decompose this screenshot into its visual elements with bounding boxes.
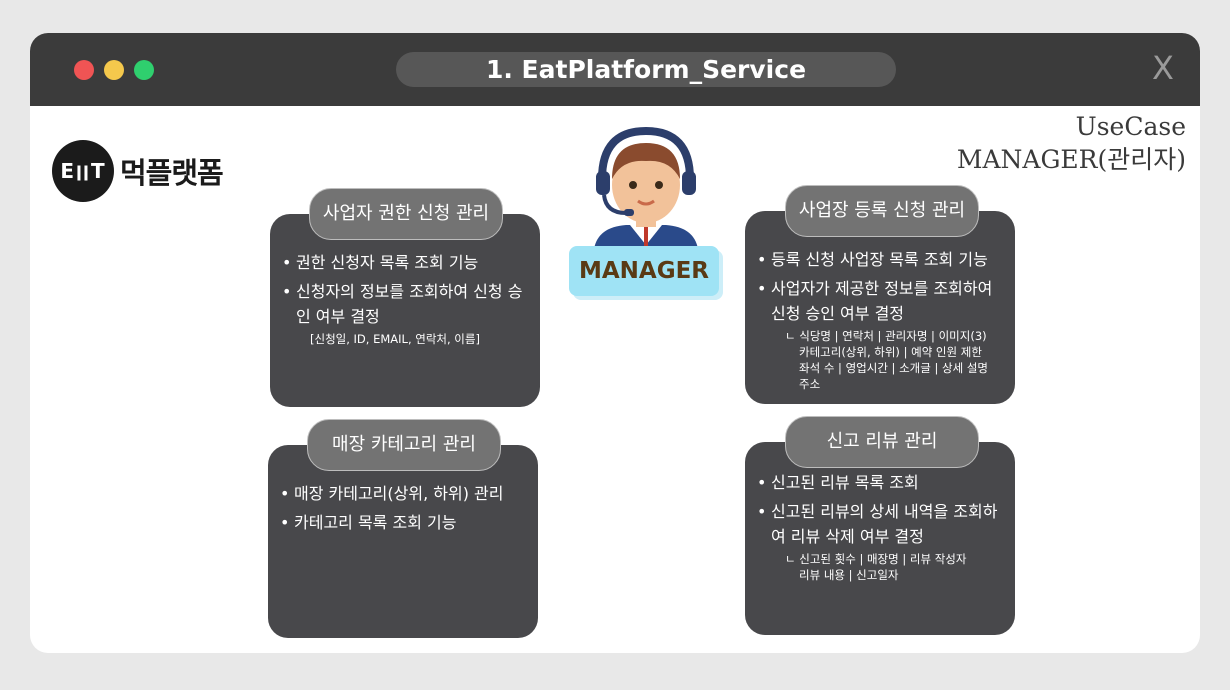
review-note: ㄴ 신고된 횟수 | 매장명 | 리뷰 작성자 (785, 552, 967, 566)
brand-logo: E ǀǀ T 먹플랫폼 (52, 140, 224, 202)
app-window: 1. EatPlatform_Service X UseCase MANAGER… (30, 33, 1200, 653)
store-note: 좌석 수 | 영업시간 | 소개글 | 상세 설명 (799, 361, 988, 375)
store-card-title: 사업장 등록 신청 관리 (785, 185, 979, 237)
list-item: 사업자가 제공한 정보를 조회하여 신청 승인 여부 결정 ㄴ 식당명 | 연락… (757, 276, 1007, 392)
usecase-actor: MANAGER(관리자) (956, 145, 1186, 174)
list-item: 신청자의 정보를 조회하여 신청 승인 여부 결정 [신청일, ID, EMAI… (282, 279, 532, 347)
title-bar: 1. EatPlatform_Service X (30, 33, 1200, 106)
close-dot-icon[interactable] (74, 60, 94, 80)
permission-card: 권한 신청자 목록 조회 기능 신청자의 정보를 조회하여 신청 승인 여부 결… (270, 214, 540, 407)
category-card-title: 매장 카테고리 관리 (307, 419, 501, 471)
list-item: 카테고리 목록 조회 기능 (280, 510, 530, 535)
minimize-dot-icon[interactable] (104, 60, 124, 80)
manager-avatar-icon (594, 127, 698, 249)
usecase-label: UseCase (1075, 112, 1186, 141)
review-list: 신고된 리뷰 목록 조회 신고된 리뷰의 상세 내역을 조회하여 리뷰 삭제 여… (757, 470, 1007, 587)
close-button[interactable]: X (1152, 49, 1174, 87)
permission-note: [신청일, ID, EMAIL, 연락처, 이름] (310, 332, 480, 346)
list-item: 권한 신청자 목록 조회 기능 (282, 250, 532, 275)
category-card: 매장 카테고리(상위, 하위) 관리 카테고리 목록 조회 기능 (268, 445, 538, 638)
review-card: 신고된 리뷰 목록 조회 신고된 리뷰의 상세 내역을 조회하여 리뷰 삭제 여… (745, 442, 1015, 635)
logo-text: 먹플랫폼 (120, 156, 224, 190)
usecase-heading: UseCase MANAGER(관리자) (957, 110, 1186, 176)
list-item: 등록 신청 사업장 목록 조회 기능 (757, 247, 1007, 272)
category-list: 매장 카테고리(상위, 하위) 관리 카테고리 목록 조회 기능 (280, 481, 530, 539)
permission-card-title: 사업자 권한 신청 관리 (309, 188, 503, 240)
store-note: 주소 (799, 377, 821, 391)
permission-list: 권한 신청자 목록 조회 기능 신청자의 정보를 조회하여 신청 승인 여부 결… (282, 250, 532, 351)
logo-mark-icon: E ǀǀ T (52, 140, 114, 202)
store-note: ㄴ 식당명 | 연락처 | 관리자명 | 이미지(3) (785, 329, 987, 343)
list-item: 매장 카테고리(상위, 하위) 관리 (280, 481, 530, 506)
list-item: 신고된 리뷰의 상세 내역을 조회하여 리뷰 삭제 여부 결정 ㄴ 신고된 횟수… (757, 499, 1007, 583)
review-card-title: 신고 리뷰 관리 (785, 416, 979, 468)
maximize-dot-icon[interactable] (134, 60, 154, 80)
review-note: 리뷰 내용 | 신고일자 (799, 568, 899, 582)
list-item: 신고된 리뷰 목록 조회 (757, 470, 1007, 495)
store-list: 등록 신청 사업장 목록 조회 기능 사업자가 제공한 정보를 조회하여 신청 … (757, 247, 1007, 396)
store-note: 카테고리(상위, 하위) | 예약 인원 제한 (799, 345, 982, 359)
manager-label: MANAGER (569, 246, 719, 296)
window-title: 1. EatPlatform_Service (396, 52, 896, 87)
store-card: 등록 신청 사업장 목록 조회 기능 사업자가 제공한 정보를 조회하여 신청 … (745, 211, 1015, 404)
